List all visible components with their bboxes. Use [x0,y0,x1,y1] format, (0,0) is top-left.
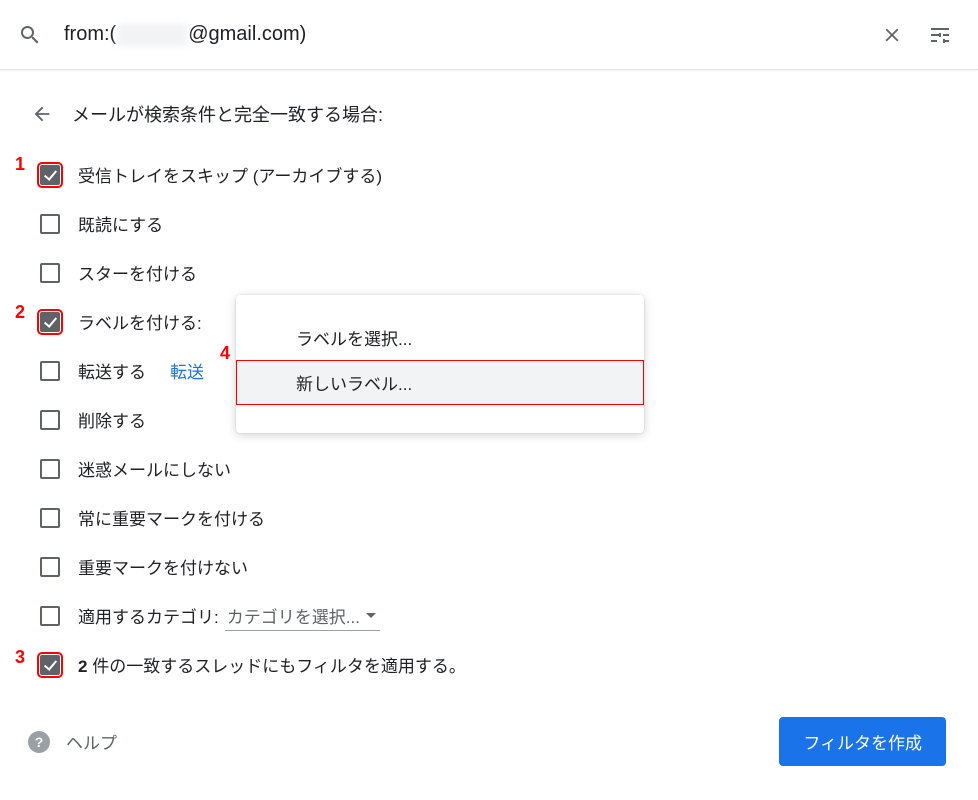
label-not-spam: 迷惑メールにしない [78,456,231,481]
close-icon [881,24,903,46]
search-query[interactable]: from:( @gmail.com) [64,23,864,46]
label-dropdown: ラベルを選択... 新しいラベル... [236,295,644,433]
checkbox-also-apply[interactable] [40,655,60,675]
checkbox-forward[interactable] [40,361,60,381]
category-select-text: カテゴリを選択... [227,603,360,628]
category-select[interactable]: カテゴリを選択... [225,601,380,631]
create-filter-button[interactable]: フィルタを作成 [779,717,946,766]
label-also-apply: 2 件の一致するスレッドにもフィルタを適用する。 [78,652,466,677]
tune-icon [928,23,952,47]
label-never-important: 重要マークを付けない [78,554,248,579]
back-button[interactable] [24,96,60,132]
checkbox-category[interactable] [40,606,60,626]
checkbox-skip-inbox[interactable] [40,165,60,185]
checkbox-delete[interactable] [40,410,60,430]
search-suffix: @gmail.com) [188,23,306,46]
arrow-left-icon [31,103,53,125]
search-prefix: from:( [64,23,116,46]
label-skip-inbox: 受信トレイをスキップ (アーカイブする) [78,162,382,187]
checkbox-star[interactable] [40,263,60,283]
forward-address-link[interactable]: 転送 [170,358,204,383]
label-mark-read: 既読にする [78,211,163,236]
label-star: スターを付ける [78,260,197,285]
dropdown-new-label[interactable]: 新しいラベル... [236,360,644,405]
redacted-email-user [117,24,187,46]
option-never-important: 重要マークを付けない [40,542,950,591]
label-delete: 削除する [78,407,146,432]
search-options-button[interactable] [920,15,960,55]
label-forward: 転送する [78,358,146,383]
help-link[interactable]: ヘルプ [66,729,779,754]
label-apply-label: ラベルを付ける: [78,309,202,334]
caret-down-icon [366,613,376,618]
label-always-important: 常に重要マークを付ける [78,505,265,530]
clear-search-button[interactable] [872,15,912,55]
panel-title: メールが検索条件と完全一致する場合: [72,101,383,127]
checkbox-always-important[interactable] [40,508,60,528]
checkbox-mark-read[interactable] [40,214,60,234]
also-apply-text: 件の一致するスレッドにもフィルタを適用する。 [87,657,465,676]
help-icon[interactable]: ? [28,731,50,753]
option-mark-read: 既読にする [40,199,950,248]
dropdown-choose-label[interactable]: ラベルを選択... [236,315,644,360]
panel-footer: ? ヘルプ フィルタを作成 [28,717,950,786]
search-icon [18,23,42,47]
checkbox-not-spam[interactable] [40,459,60,479]
checkbox-apply-label[interactable] [40,312,60,332]
option-star: スターを付ける [40,248,950,297]
option-also-apply: 2 件の一致するスレッドにもフィルタを適用する。 [40,640,950,689]
option-skip-inbox: 受信トレイをスキップ (アーカイブする) [40,150,950,199]
checkbox-never-important[interactable] [40,557,60,577]
option-not-spam: 迷惑メールにしない [40,444,950,493]
option-category: 適用するカテゴリ: カテゴリを選択... [40,591,950,640]
panel-header: メールが検索条件と完全一致する場合: [24,96,950,132]
option-always-important: 常に重要マークを付ける [40,493,950,542]
search-bar: from:( @gmail.com) [0,0,978,70]
label-category: 適用するカテゴリ: [78,603,219,628]
